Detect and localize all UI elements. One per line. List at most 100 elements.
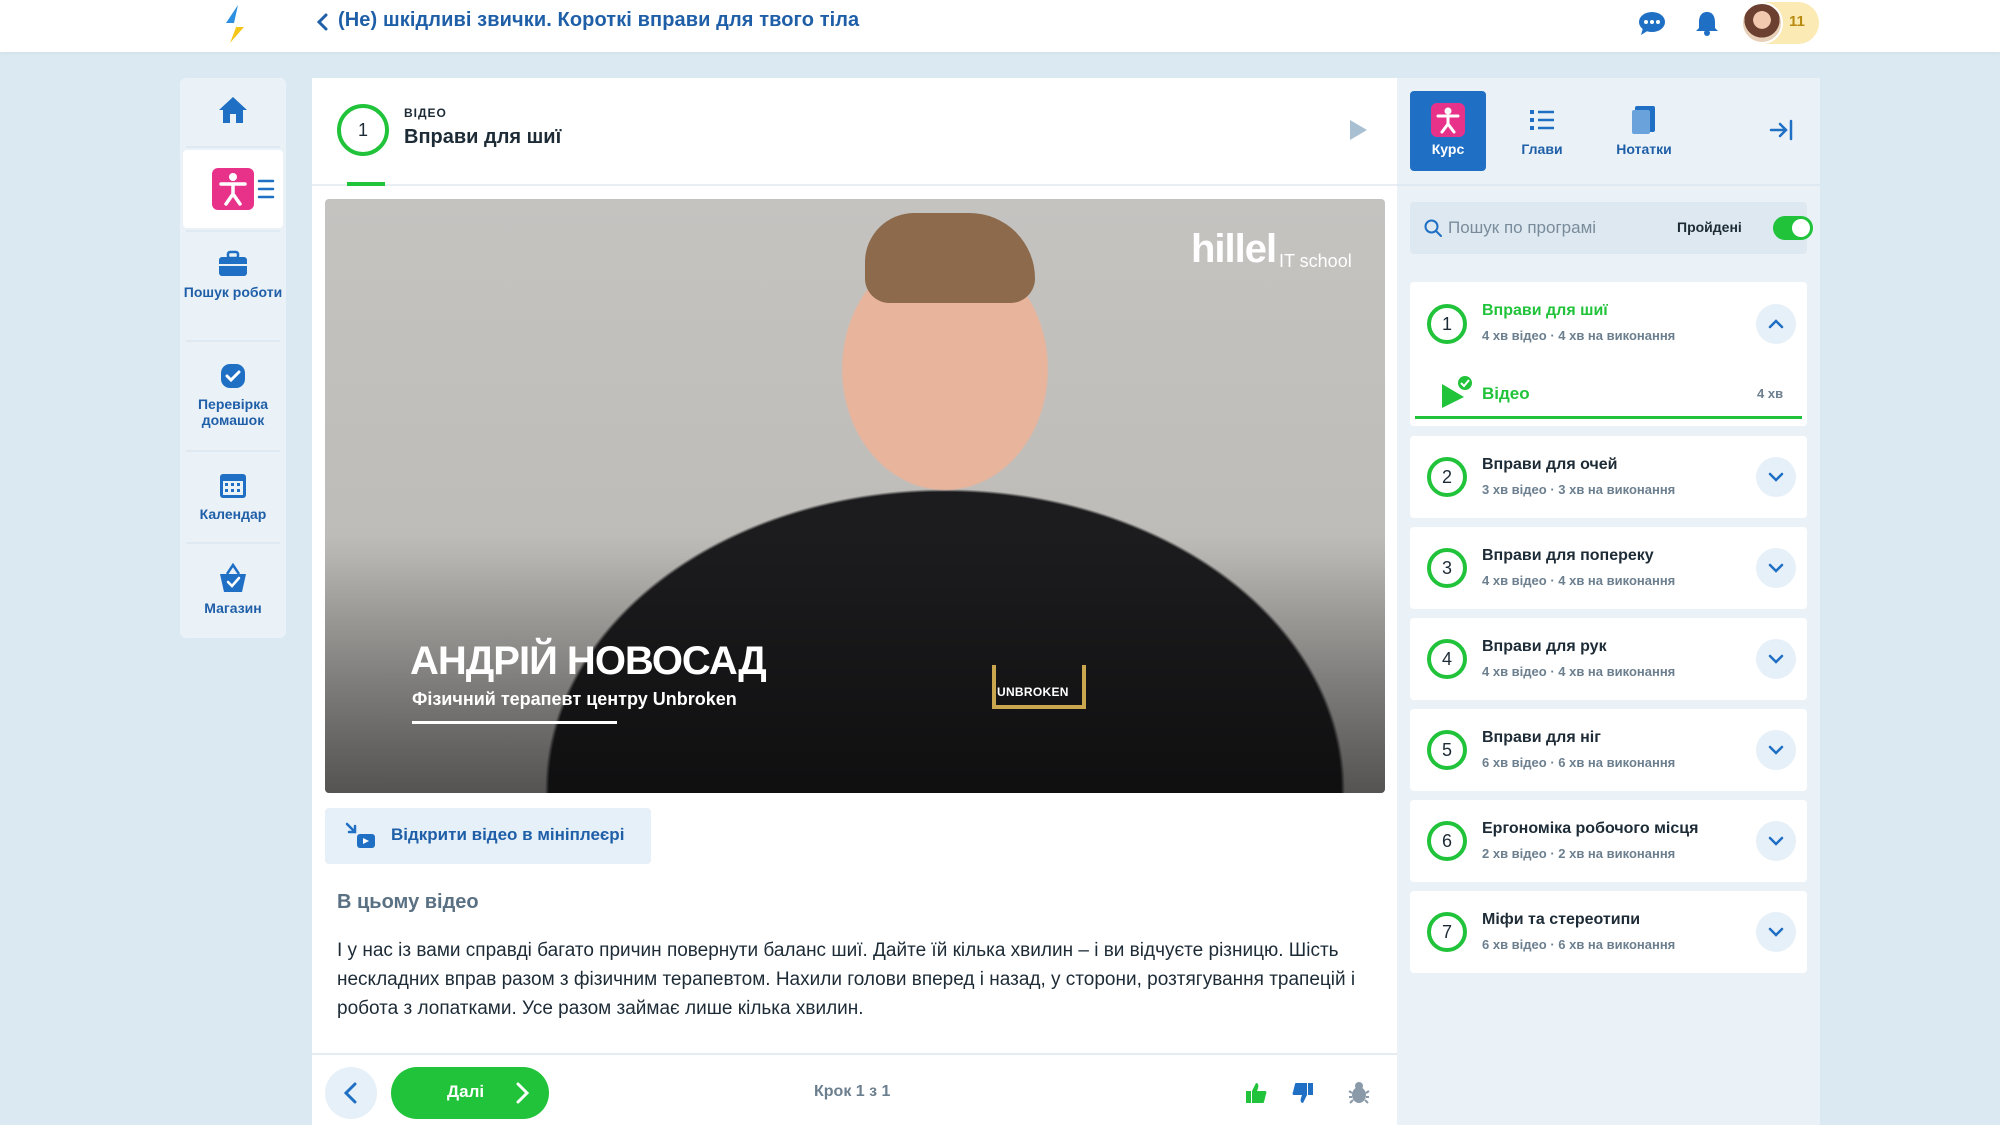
thumbs-up-icon[interactable]: [1244, 1081, 1268, 1105]
chevron-left-icon: [343, 1082, 357, 1104]
completed-toggle[interactable]: [1773, 216, 1813, 240]
nav-item-job-search[interactable]: Пошук роботи: [180, 250, 286, 300]
description-text: І у нас із вами справді багато причин по…: [337, 940, 1356, 1019]
chapter-expand-button[interactable]: [1756, 912, 1796, 952]
back-chevron-icon[interactable]: [314, 12, 332, 32]
chapter-expand-button[interactable]: [1756, 548, 1796, 588]
top-bar: (Не) шкідливі звички. Короткі вправи для…: [0, 0, 2000, 52]
chapter-item[interactable]: 4 Вправи для рук 4 хв відео · 4 хв на ви…: [1410, 618, 1807, 700]
tab-course-label: Курс: [1431, 141, 1465, 157]
chapter-meta: 6 хв відео · 6 хв на виконання: [1482, 755, 1676, 770]
chapter-number: 6: [1427, 821, 1467, 861]
video-completed-icon: [1442, 376, 1472, 408]
chapter-item[interactable]: 6 Ергономіка робочого місця 2 хв відео ·…: [1410, 800, 1807, 882]
chapter-meta: 2 хв відео · 2 хв на виконання: [1482, 846, 1676, 861]
chapter-expand-button[interactable]: [1756, 457, 1796, 497]
chapter-number: 4: [1427, 639, 1467, 679]
chapter-item[interactable]: 5 Вправи для ніг 6 хв відео · 6 хв на ви…: [1410, 709, 1807, 791]
chapter-title: Вправи для попереку: [1482, 547, 1654, 564]
chapter-item[interactable]: 3 Вправи для попереку 4 хв відео · 4 хв …: [1410, 527, 1807, 609]
nav-label-shop: Магазин: [204, 600, 262, 616]
chapter-title: Вправи для очей: [1482, 456, 1618, 473]
nav-item-shop[interactable]: Магазин: [180, 562, 286, 616]
description-title: В цьому відео: [337, 891, 479, 913]
avatar[interactable]: [1741, 2, 1783, 44]
menu-lines-icon: [257, 179, 275, 199]
chapter-number: 5: [1427, 730, 1467, 770]
chapter-sub-item-video[interactable]: Відео 4 хв: [1410, 368, 1807, 419]
chapter-meta: 3 хв відео · 3 хв на виконання: [1482, 482, 1676, 497]
bell-icon[interactable]: [1692, 10, 1722, 36]
search-input[interactable]: [1448, 216, 1668, 240]
course-accessibility-icon: [212, 168, 254, 210]
course-title[interactable]: (Не) шкідливі звички. Короткі вправи для…: [338, 9, 859, 32]
home-icon: [219, 97, 247, 123]
speaker-name: АНДРІЙ НОВОСАД: [410, 639, 767, 683]
notes-icon: [1632, 106, 1655, 134]
chapter-meta: 4 хв відео · 4 хв на виконання: [1482, 573, 1676, 588]
play-icon[interactable]: [1347, 118, 1369, 142]
chapter-item[interactable]: 1 Вправи для шиї 4 хв відео · 4 хв на ви…: [1410, 282, 1807, 426]
video-player[interactable]: UNBROKEN hillel IT school АНДРІЙ НОВОСАД…: [325, 199, 1385, 793]
tab-notes-label: Нотатки: [1616, 141, 1672, 157]
chapter-number: 7: [1427, 912, 1467, 952]
video-brand: hillel: [1191, 227, 1277, 271]
chapter-title: Вправи для шиї: [1482, 302, 1608, 319]
chapter-item[interactable]: 7 Міфи та стереотипи 6 хв відео · 6 хв н…: [1410, 891, 1807, 973]
left-nav: Пошук роботи Перевірка домашок Календар …: [180, 78, 286, 638]
notification-count: 11: [1789, 13, 1805, 30]
step-number: 1: [337, 104, 389, 156]
search-icon: [1424, 219, 1442, 237]
nav-label-job-search: Пошук роботи: [183, 284, 283, 300]
prev-button[interactable]: [325, 1067, 377, 1119]
chapter-item[interactable]: 2 Вправи для очей 3 хв відео · 3 хв на в…: [1410, 436, 1807, 518]
chevron-up-icon: [1768, 319, 1784, 329]
nav-item-homework-check[interactable]: Перевірка домашок: [180, 362, 286, 428]
chapter-meta: 4 хв відео · 4 хв на виконання: [1482, 328, 1676, 343]
chat-icon[interactable]: [1637, 10, 1667, 36]
chapter-meta: 6 хв відео · 6 хв на виконання: [1482, 937, 1676, 952]
tab-chapters-label: Глави: [1521, 141, 1563, 157]
bug-report-icon[interactable]: [1347, 1081, 1371, 1105]
chapter-collapse-button[interactable]: [1756, 304, 1796, 344]
chapter-number: 2: [1427, 457, 1467, 497]
shirt-logo-text: UNBROKEN: [997, 685, 1069, 699]
chapter-title: Вправи для ніг: [1482, 729, 1601, 746]
chapter-expand-button[interactable]: [1756, 639, 1796, 679]
next-label: Далі: [447, 1082, 485, 1101]
chevron-down-icon: [1768, 563, 1784, 573]
step-header: 1 ВІДЕО Вправи для шиї: [312, 78, 1397, 186]
chapter-title: Вправи для рук: [1482, 638, 1607, 655]
chapter-number: 1: [1427, 304, 1467, 344]
tab-chapters[interactable]: Глави: [1502, 91, 1582, 171]
bottom-bar: Далі Крок 1 з 1: [312, 1053, 1397, 1125]
step-counter: Крок 1 з 1: [814, 1083, 891, 1100]
step-kind: ВІДЕО: [404, 106, 447, 120]
tab-course[interactable]: Курс: [1410, 91, 1486, 171]
thumbs-down-icon[interactable]: [1291, 1081, 1315, 1105]
video-person-hair: [865, 213, 1035, 303]
nav-item-calendar[interactable]: Календар: [180, 470, 286, 522]
speaker-role: Фізичний терапевт центру Unbroken: [412, 689, 737, 709]
next-button[interactable]: Далі: [391, 1067, 549, 1119]
collapse-panel-icon[interactable]: [1767, 116, 1795, 144]
main-content: 1 ВІДЕО Вправи для шиї UNBROKEN hillel I…: [312, 78, 1397, 1125]
sub-item-label: Відео: [1482, 384, 1530, 403]
video-brand-sub: IT school: [1279, 251, 1352, 271]
open-miniplayer-button[interactable]: Відкрити відео в мініплеєрі: [325, 808, 651, 864]
tab-notes[interactable]: Нотатки: [1596, 91, 1692, 171]
right-panel: Курс Глави Нотатки Пройдені 1 Вправи для…: [1397, 78, 1820, 1125]
course-icon: [1431, 103, 1465, 137]
chapter-expand-button[interactable]: [1756, 730, 1796, 770]
nav-item-home[interactable]: [180, 94, 286, 132]
check-circle-icon: [221, 364, 245, 388]
chevron-down-icon: [1768, 472, 1784, 482]
chapter-title: Ергономіка робочого місця: [1482, 820, 1699, 837]
profile-badge[interactable]: 11: [1741, 2, 1819, 44]
sub-item-duration: 4 хв: [1757, 386, 1784, 401]
nav-label-homework-check: Перевірка домашок: [197, 396, 269, 428]
nav-item-course[interactable]: [183, 150, 283, 228]
logo-icon[interactable]: [222, 3, 248, 45]
chapter-meta: 4 хв відео · 4 хв на виконання: [1482, 664, 1676, 679]
chapter-expand-button[interactable]: [1756, 821, 1796, 861]
